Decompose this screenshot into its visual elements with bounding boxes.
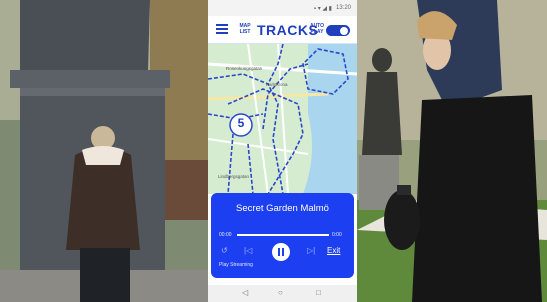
skip-previous-icon[interactable]: |◁ <box>244 246 252 255</box>
left-photo-panel <box>0 0 208 302</box>
park-monument-photo <box>0 0 208 302</box>
status-bar: ▪ ▾ ◢ ▮ 13:20 <box>208 0 357 16</box>
audio-player: Secret Garden Malmö 00:00 0:00 ↺ |◁ ▷| E… <box>211 193 354 278</box>
map-place-label: Rosenkungsgatan <box>226 66 263 71</box>
map-list-switch[interactable]: MAP LIST <box>235 23 255 35</box>
time-elapsed: 00:00 <box>219 232 232 238</box>
status-time: 13:20 <box>335 5 351 11</box>
nav-home-button[interactable]: ○ <box>278 288 283 297</box>
map-place-label: Karlskrona <box>266 82 288 87</box>
exit-button[interactable]: Exit <box>327 246 340 255</box>
play-label: PLAY <box>310 29 324 35</box>
autoplay-toggle[interactable] <box>326 25 350 36</box>
map-view[interactable]: Rosenkungsgatan Karlskrona Lindbergsgata… <box>208 44 357 194</box>
track-title: Secret Garden Malmö <box>236 203 329 214</box>
toggle-knob <box>340 26 348 35</box>
pause-icon[interactable] <box>272 243 290 261</box>
android-nav-bar: ◁ ○ □ <box>208 285 357 302</box>
streaming-label: Play Streaming <box>219 262 253 268</box>
nav-recents-button[interactable]: □ <box>316 288 321 297</box>
status-icons: ▪ ▾ ◢ ▮ <box>313 5 332 12</box>
right-photo-panel <box>357 0 547 302</box>
hamburger-icon[interactable] <box>216 24 228 34</box>
replay-icon[interactable]: ↺ <box>221 246 228 255</box>
woman-with-phone-photo <box>357 0 547 302</box>
list-label: LIST <box>239 29 251 35</box>
autoplay-label: AUTO PLAY <box>308 23 326 35</box>
time-total: 0:00 <box>332 232 342 238</box>
seek-bar[interactable] <box>237 234 329 236</box>
map-place-label: Lindbergsgatan <box>218 174 250 179</box>
nav-back-button[interactable]: ◁ <box>242 288 248 297</box>
skip-next-icon[interactable]: ▷| <box>307 246 315 255</box>
track-marker-number[interactable]: 5 <box>233 116 249 130</box>
phone-screen: ▪ ▾ ◢ ▮ 13:20 MAP LIST TRACKS AUTO PLAY <box>208 0 357 302</box>
app-bar: MAP LIST TRACKS AUTO PLAY <box>208 16 357 44</box>
